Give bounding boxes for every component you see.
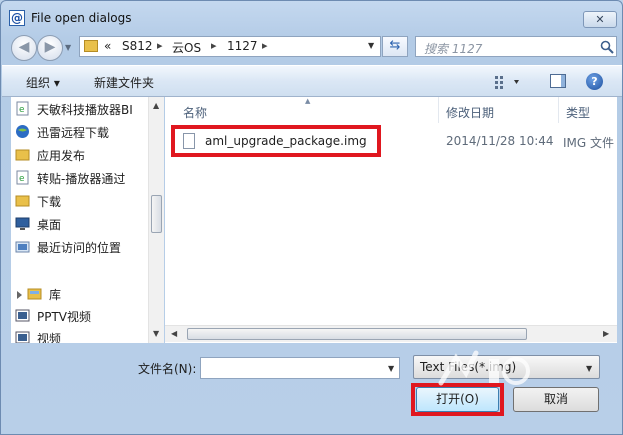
video-library-icon	[15, 331, 30, 343]
refresh-button[interactable]: ⇆	[382, 36, 408, 57]
recent-places-icon	[15, 241, 30, 253]
scroll-up-icon[interactable]: ▲	[153, 101, 159, 110]
horizontal-scrollbar[interactable]: ◀ ▶	[165, 325, 617, 342]
address-dropdown-icon[interactable]: ▼	[368, 41, 374, 50]
column-header-date[interactable]: 修改日期	[446, 104, 494, 130]
preview-pane-icon[interactable]	[550, 74, 566, 88]
forward-button[interactable]: ▶	[37, 35, 63, 61]
help-icon[interactable]: ?	[586, 73, 603, 90]
file-list-pane: ▲ 名称 修改日期 类型 aml_upgrade_package.img 201…	[165, 97, 617, 343]
sort-ascending-icon: ▲	[305, 97, 311, 105]
expand-arrow-icon[interactable]	[17, 291, 22, 299]
column-divider[interactable]	[558, 97, 559, 123]
search-icon[interactable]	[600, 40, 614, 54]
breadcrumb-yunos[interactable]: 云OS	[172, 39, 201, 56]
folder-icon	[15, 195, 30, 207]
nav-item-tianmin-player[interactable]: e 天敏科技播放器BI	[16, 100, 162, 118]
nav-item-app-release[interactable]: 应用发布	[15, 146, 162, 164]
nav-item-libraries[interactable]: 库	[17, 285, 162, 303]
globe-icon	[16, 125, 29, 138]
folder-icon	[15, 149, 30, 161]
nav-item-xunlei-remote[interactable]: 迅雷远程下载	[16, 123, 162, 141]
breadcrumb-s812[interactable]: S812	[122, 39, 153, 53]
video-library-icon	[15, 309, 30, 322]
web-document-icon: e	[16, 170, 29, 185]
filename-dropdown-icon[interactable]: ▼	[388, 364, 394, 373]
recent-locations-dropdown-icon[interactable]: ▼	[65, 43, 71, 52]
watermark-logo	[438, 350, 530, 386]
address-bar[interactable]: « S812 ▸ 云OS ▸ 1127 ▸	[79, 36, 381, 57]
nav-item-videos[interactable]: 视频	[15, 329, 162, 343]
title-bar: @ File open dialogs ✕	[1, 1, 622, 31]
close-button[interactable]: ✕	[583, 11, 617, 28]
nav-item-repost-player[interactable]: e 转贴-播放器通过	[16, 169, 162, 187]
search-input[interactable]: 搜索 1127	[415, 36, 617, 57]
command-toolbar: 组织 ▾ 新建文件夹 ?	[2, 65, 622, 97]
breadcrumb-1127[interactable]: 1127	[227, 39, 258, 53]
nav-item-pptv-video[interactable]: PPTV视频	[15, 307, 162, 325]
breadcrumb-overflow[interactable]: «	[104, 39, 111, 53]
window-title: File open dialogs	[31, 11, 132, 25]
breadcrumb-separator-icon[interactable]: ▸	[211, 39, 217, 52]
file-modified-date: 2014/11/28 10:44	[446, 134, 554, 148]
breadcrumb-separator-icon[interactable]: ▸	[262, 39, 268, 52]
library-icon	[27, 288, 42, 300]
column-header-type[interactable]: 类型	[566, 104, 590, 130]
svg-text:e: e	[19, 174, 25, 184]
folder-icon	[84, 40, 98, 52]
navigation-scrollbar[interactable]: ▲ ▼	[148, 97, 164, 343]
file-open-dialog: @ File open dialogs ✕ ◀ ▶ ▼ « S812 ▸ 云OS…	[0, 0, 623, 435]
change-view-icon[interactable]	[494, 74, 522, 90]
column-divider[interactable]	[438, 97, 439, 123]
filename-label: 文件名(N):	[138, 362, 197, 376]
svg-text:e: e	[19, 105, 25, 115]
file-highlight-annotation	[171, 125, 381, 157]
file-type: IMG 文件	[563, 136, 615, 150]
organize-button[interactable]: 组织 ▾	[26, 74, 60, 91]
scroll-down-icon[interactable]: ▼	[153, 329, 159, 338]
scrollbar-thumb[interactable]	[151, 195, 162, 233]
search-placeholder: 搜索 1127	[424, 42, 483, 56]
scroll-right-icon[interactable]: ▶	[603, 329, 609, 338]
breadcrumb-separator-icon[interactable]: ▸	[157, 39, 163, 52]
back-button[interactable]: ◀	[11, 35, 37, 61]
nav-item-recent-places[interactable]: 最近访问的位置	[15, 238, 162, 256]
new-folder-button[interactable]: 新建文件夹	[94, 74, 154, 91]
navigation-pane: e 天敏科技播放器BI 迅雷远程下载 应用发布 e 转贴-播放器通过 下载 桌面…	[11, 97, 163, 343]
chevron-down-icon[interactable]: ▼	[586, 364, 592, 373]
nav-item-downloads[interactable]: 下载	[15, 192, 162, 210]
filename-input[interactable]	[200, 357, 400, 379]
scroll-left-icon[interactable]: ◀	[171, 329, 177, 338]
app-icon: @	[9, 10, 25, 26]
web-document-icon: e	[16, 101, 29, 116]
scrollbar-thumb[interactable]	[187, 328, 527, 340]
desktop-icon	[15, 217, 30, 230]
nav-item-desktop[interactable]: 桌面	[15, 215, 162, 233]
